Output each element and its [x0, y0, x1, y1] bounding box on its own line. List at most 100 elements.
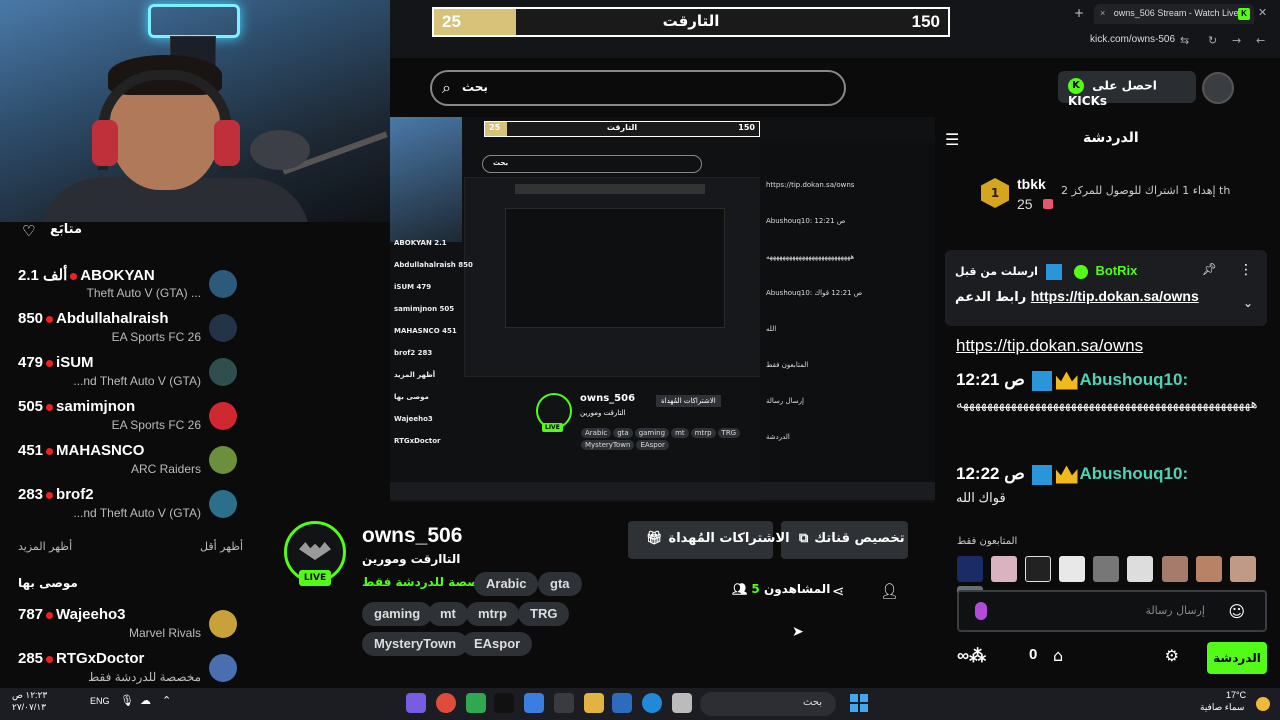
gear-icon[interactable]: ⚙	[1165, 646, 1179, 665]
discord-icon[interactable]	[406, 693, 426, 713]
nested-chat-line: إرسال رسالة	[766, 397, 804, 405]
tag-chip[interactable]: TRG	[518, 602, 570, 626]
nested-taskbar	[390, 482, 935, 500]
taskbar-search[interactable]: بحث	[700, 692, 836, 716]
chat-message[interactable]: 12:21 ص Abushouq10: ههههههههههههههههههههه…	[956, 370, 1266, 413]
forward-icon[interactable]: →	[1232, 34, 1241, 47]
channel-row[interactable]: 479 iSUM ...nd Theft Auto V (GTA)	[0, 354, 253, 398]
edge-icon[interactable]	[642, 693, 662, 713]
emote-icon[interactable]	[1093, 556, 1120, 582]
recommended-row[interactable]: 787 Wajeeho3 Marvel Rivals	[0, 606, 253, 650]
app-icon[interactable]	[612, 693, 632, 713]
channel-avatar[interactable]	[209, 270, 237, 298]
share-icon[interactable]: ⋖	[832, 582, 845, 600]
channel-name: Abdullahalraish	[56, 310, 169, 327]
emote-icon[interactable]	[1127, 556, 1154, 582]
tag-chip[interactable]: gaming	[362, 602, 433, 626]
channel-row[interactable]: 283 brof2 ...nd Theft Auto V (GTA)	[0, 486, 253, 530]
pinned-message[interactable]: ارسلت من قبل BotRix رابط الدعم https://t…	[945, 250, 1267, 326]
more-options-icon[interactable]: ⋮	[1239, 262, 1253, 278]
emote-icon[interactable]	[991, 556, 1018, 582]
channel-row[interactable]: 451 MAHASNCO ARC Raiders	[0, 442, 253, 486]
channel-name: MAHASNCO	[56, 442, 145, 459]
chat-username[interactable]: Abushouq10:	[1080, 370, 1189, 389]
channel-game: ...nd Theft Auto V (GTA)	[73, 374, 201, 388]
mic-icon[interactable]: 🎙︎	[120, 694, 134, 707]
search-input[interactable]: ⌕ بحث	[430, 70, 846, 106]
external-link-icon: ⧉	[799, 531, 809, 546]
tag-chip[interactable]: Arabic	[474, 572, 539, 596]
store-icon[interactable]	[554, 693, 574, 713]
cloud-icon[interactable]: ☁	[140, 694, 151, 707]
microphone-icon[interactable]	[975, 602, 987, 620]
channel-avatar[interactable]	[209, 402, 237, 430]
notes-icon[interactable]	[672, 693, 692, 713]
collapse-chat-icon[interactable]: ☰	[945, 130, 959, 149]
language-indicator[interactable]: ENG	[90, 696, 110, 706]
channel-viewer-count: 850	[18, 310, 44, 327]
get-kicks-button[interactable]: K احصل على KICKs	[1058, 71, 1196, 108]
channel-row[interactable]: 2.1 ألف ABOKYAN Theft Auto V (GTA) ...	[0, 266, 253, 310]
channel-avatar[interactable]	[209, 490, 237, 518]
address-bar[interactable]: kick.com/owns-506	[1090, 34, 1175, 45]
tag-chip[interactable]: gta	[538, 572, 582, 596]
pinned-link[interactable]: https://tip.dokan.sa/owns	[1031, 288, 1199, 304]
tag-chip[interactable]: EAspor	[462, 632, 533, 656]
emoji-icon[interactable]: ☺	[1228, 602, 1245, 621]
customize-channel-button[interactable]: ⧉ تخصيص قناتك	[781, 521, 908, 559]
weather-temp[interactable]: 17°C	[1226, 690, 1246, 700]
store-icon[interactable]: ⌂	[1053, 646, 1063, 665]
recommended-viewers: 285 RTGxDoctor	[18, 650, 144, 667]
chrome-icon[interactable]	[436, 693, 456, 713]
channel-avatar[interactable]	[209, 358, 237, 386]
channel-avatar[interactable]	[209, 314, 237, 342]
pin-icon[interactable]: 📌︎	[1202, 262, 1217, 276]
recommended-avatar[interactable]	[209, 610, 237, 638]
show-less-link[interactable]: أظهر أقل	[200, 540, 243, 553]
moderator-icon	[1031, 464, 1052, 485]
app-icon[interactable]	[466, 693, 486, 713]
chevron-up-icon[interactable]: ⌃	[162, 694, 171, 707]
live-badge: LIVE	[299, 570, 331, 586]
outlook-icon[interactable]	[524, 693, 544, 713]
reload-icon[interactable]: ↻	[1208, 34, 1217, 47]
channel-avatar[interactable]	[209, 446, 237, 474]
chat-link-message[interactable]: https://tip.dokan.sa/owns	[956, 336, 1143, 356]
nested-channel-name: owns_506	[580, 393, 636, 404]
channel-viewers: 2.1 ألف ABOKYAN	[18, 266, 155, 284]
tag-chip[interactable]: mtrp	[466, 602, 519, 626]
chat-username[interactable]: Abushouq10:	[1080, 464, 1189, 483]
browser-tab[interactable]: × owns_506 Stream - Watch Live K	[1094, 4, 1254, 24]
window-close-icon[interactable]: ✕	[1258, 6, 1267, 19]
emote-icon[interactable]	[1195, 556, 1222, 582]
site-settings-icon[interactable]: ⇆	[1180, 34, 1189, 47]
tab-close-icon[interactable]: ×	[1100, 8, 1105, 18]
channel-row[interactable]: 505 samimjnon EA Sports FC 26	[0, 398, 253, 442]
emote-icon[interactable]	[1025, 556, 1052, 582]
chat-message[interactable]: 12:22 ص Abushouq10: قواك الله	[956, 464, 1266, 507]
recommended-avatar[interactable]	[209, 654, 237, 682]
file-explorer-icon[interactable]	[584, 693, 604, 713]
pinned-by-label: ارسلت من قبل	[955, 265, 1038, 278]
tag-chip[interactable]: mt	[428, 602, 468, 626]
follow-icon[interactable]: 👤︎	[880, 582, 899, 600]
new-tab-button[interactable]: +	[1074, 6, 1084, 20]
back-icon[interactable]: ←	[1256, 34, 1265, 47]
chevron-down-icon[interactable]: ⌄	[1243, 296, 1253, 310]
gift-subs-button[interactable]: 🎁︎ الاشتراكات المُهداة	[628, 521, 790, 559]
show-more-link[interactable]: أظهر المزيد	[18, 540, 72, 553]
emote-icon[interactable]	[1229, 556, 1256, 582]
nested-sidebar: ABOKYAN 2.1 Abdullahalraish 850 iSUM 479 sa…	[390, 235, 515, 485]
tiktok-icon[interactable]	[494, 693, 514, 713]
emote-icon[interactable]	[1161, 556, 1188, 582]
tag-chip[interactable]: MysteryTown	[362, 632, 469, 656]
emote-icon[interactable]	[957, 556, 983, 582]
chat-message-input[interactable]: إرسال رسالة ☺	[957, 590, 1267, 632]
chat-send-button[interactable]: الدردشة	[1207, 642, 1267, 674]
rewards-icon[interactable]: ∞⁂	[957, 646, 986, 666]
channel-row[interactable]: 850 Abdullahalraish EA Sports FC 26	[0, 310, 253, 354]
user-avatar[interactable]	[1202, 72, 1234, 104]
channel-name[interactable]: owns_506	[362, 524, 462, 548]
windows-start-icon[interactable]	[850, 694, 868, 712]
emote-icon[interactable]	[1059, 556, 1086, 582]
